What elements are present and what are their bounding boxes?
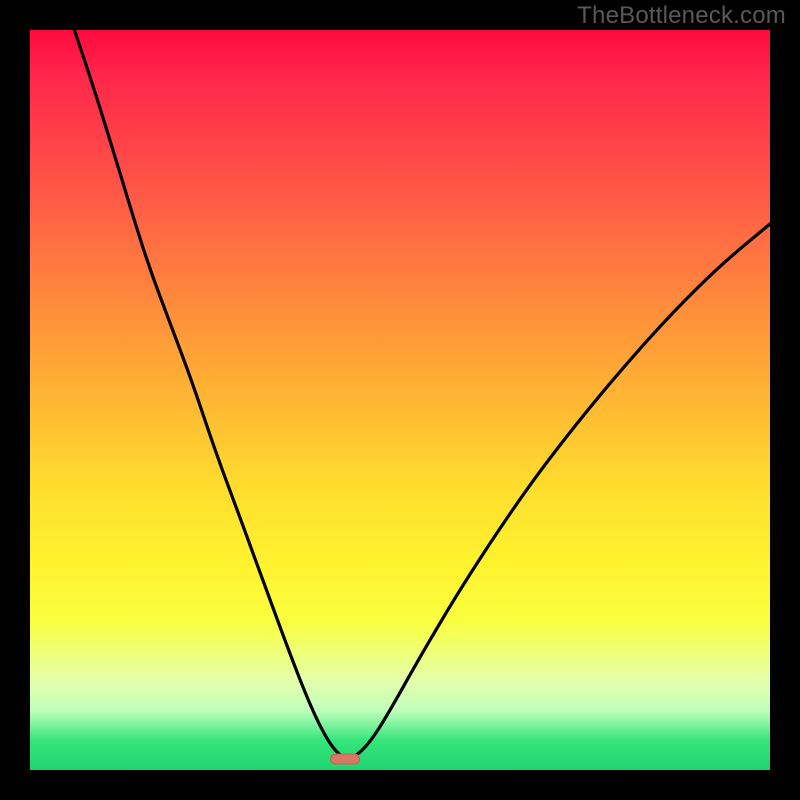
plot-area [30, 30, 770, 770]
minimum-marker [330, 753, 360, 764]
curve-layer [30, 30, 770, 770]
chart-frame: TheBottleneck.com [0, 0, 800, 800]
watermark-text: TheBottleneck.com [577, 2, 786, 30]
bottleneck-curve-path [74, 30, 770, 758]
